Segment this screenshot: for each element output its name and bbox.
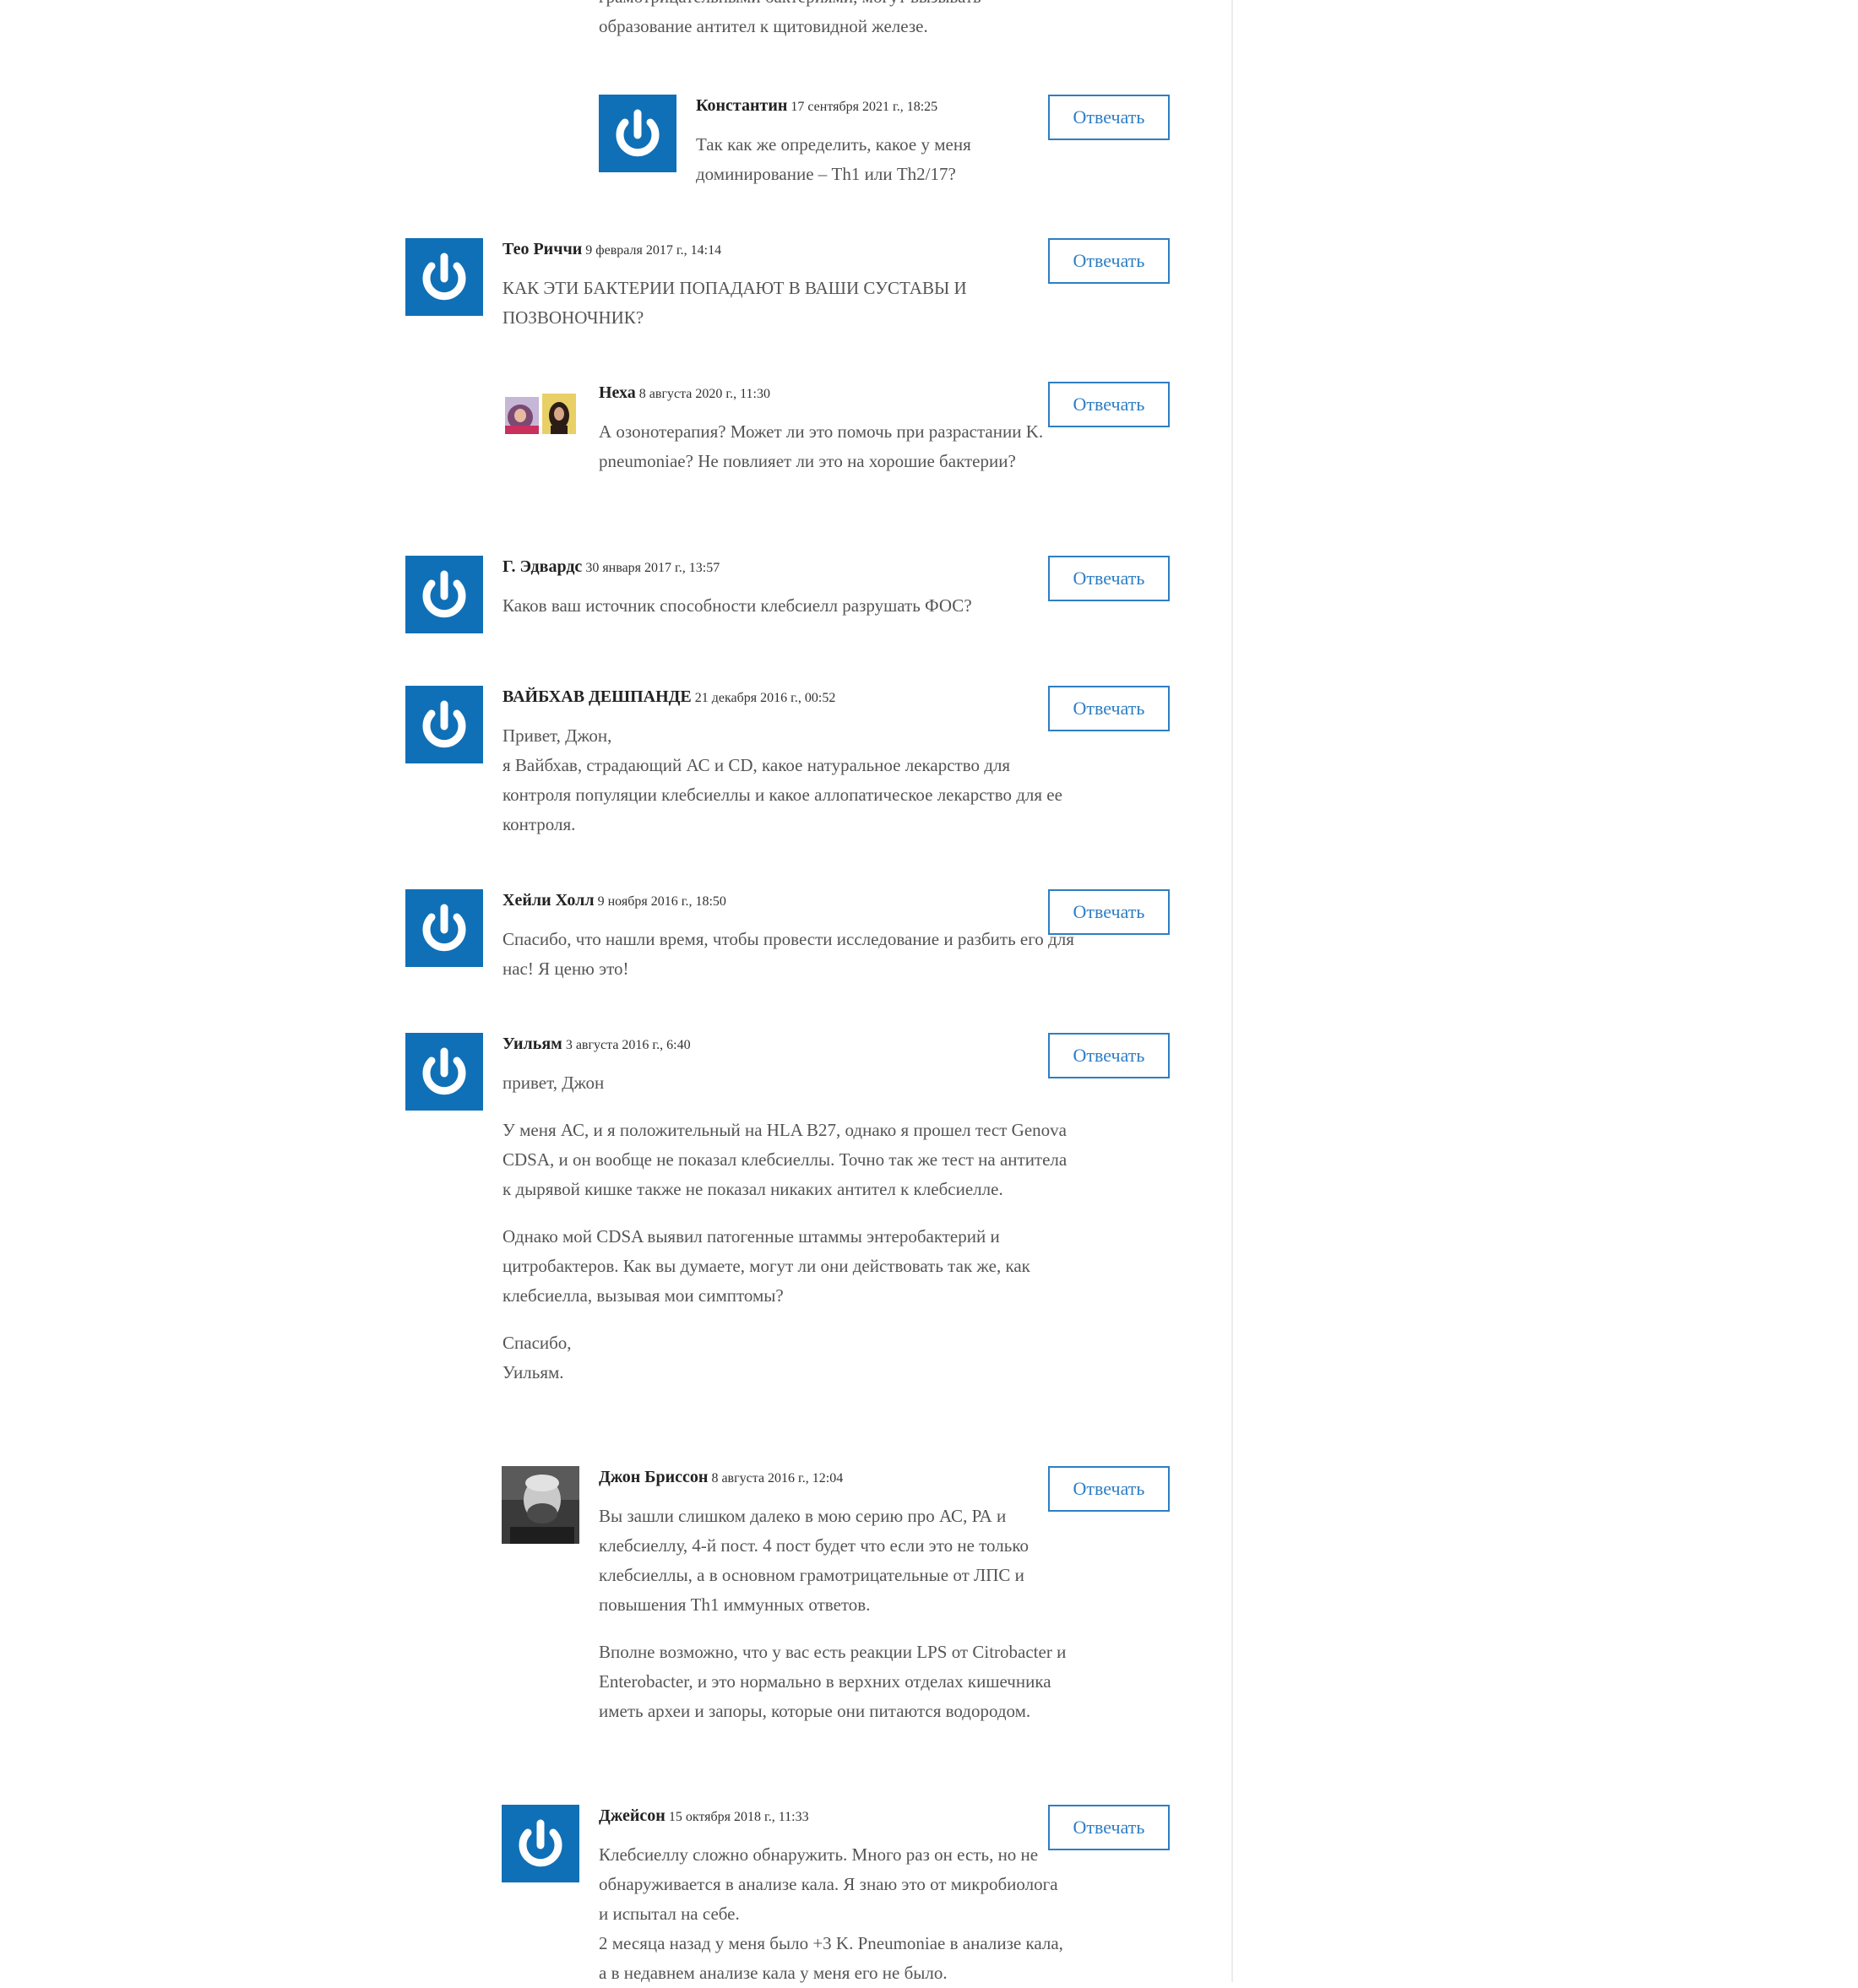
avatar-power-icon [502, 1805, 579, 1882]
comment-text: я Вайбхав, страдающий АС и CD, какое нат… [503, 755, 1062, 834]
reply-button[interactable]: Отвечать [1048, 238, 1170, 284]
comment-text: Привет, Джон, [503, 725, 612, 746]
reply-button[interactable]: Отвечать [1048, 95, 1170, 140]
comment-date[interactable]: 8 августа 2020 г., 11:30 [639, 387, 770, 401]
comment-author[interactable]: Джон Бриссон [599, 1468, 708, 1486]
comment-text: А озонотерапия? Может ли это помочь при … [599, 421, 1044, 471]
reply-button[interactable]: Отвечать [1048, 1466, 1170, 1512]
comment-date[interactable]: 21 декабря 2016 г., 00:52 [695, 691, 836, 705]
content-divider [1231, 0, 1233, 1982]
comment-text: Уильям. [503, 1362, 564, 1382]
comment-text: Однако мой CDSA выявил патогенные штаммы… [503, 1226, 1030, 1306]
comment-date[interactable]: 30 января 2017 г., 13:57 [585, 561, 720, 575]
comment-author[interactable]: Уильям [503, 1035, 562, 1053]
reply-button[interactable]: Отвечать [1048, 686, 1170, 731]
comment-date[interactable]: 15 октября 2018 г., 11:33 [669, 1810, 809, 1824]
partial-comment-text-line-1: грамотрицательными бактериями, могут выз… [599, 0, 981, 12]
comment-text: У меня АС, и я положительный на HLA B27,… [503, 1120, 1068, 1199]
comment-author[interactable]: Тео Риччи [503, 240, 582, 258]
avatar-power-icon [405, 686, 483, 763]
comment-text: Вы зашли слишком далеко в мою серию про … [599, 1506, 1029, 1615]
reply-button[interactable]: Отвечать [1048, 1033, 1170, 1078]
comment-date[interactable]: 17 сентября 2021 г., 18:25 [790, 100, 937, 114]
comment-date[interactable]: 8 августа 2016 г., 12:04 [711, 1471, 843, 1486]
reply-button[interactable]: Отвечать [1048, 556, 1170, 601]
comment-author[interactable]: ВАЙБХАВ ДЕШПАНДЕ [503, 687, 692, 706]
reply-button[interactable]: Отвечать [1048, 382, 1170, 427]
avatar-power-icon [405, 238, 483, 316]
comment-author[interactable]: Г. Эдвардс [503, 557, 582, 576]
avatar-photo-collage [502, 382, 579, 459]
avatar-power-icon [599, 95, 676, 172]
comment-author[interactable]: Хейли Холл [503, 891, 595, 910]
comment-author[interactable]: Неха [599, 383, 636, 402]
reply-button[interactable]: Отвечать [1048, 1805, 1170, 1850]
comment-text: КАК ЭТИ БАКТЕРИИ ПОПАДАЮТ В ВАШИ СУСТАВЫ… [503, 278, 967, 328]
comment-text: Спасибо, что нашли время, чтобы провести… [503, 929, 1074, 979]
comment-text: Спасибо, [503, 1333, 572, 1353]
avatar-power-icon [405, 889, 483, 967]
comment-text: Клебсиеллу сложно обнаружить. Много раз … [599, 1844, 1058, 1924]
comment-text: Так как же определить, какое у меня доми… [696, 134, 971, 184]
comment-author[interactable]: Константин [696, 96, 787, 115]
comment-text: Вполне возможно, что у вас есть реакции … [599, 1642, 1067, 1721]
partial-comment-text-line-2: образование антител к щитовидной железе. [599, 16, 928, 36]
comment-date[interactable]: 9 февраля 2017 г., 14:14 [585, 243, 721, 258]
comment-text: 2 месяца назад у меня было +3 K. Pneumon… [599, 1933, 1063, 1983]
comment-date[interactable]: 3 августа 2016 г., 6:40 [566, 1038, 691, 1052]
comment-text: привет, Джон [503, 1073, 605, 1093]
comment-text: Каков ваш источник способности клебсиелл… [503, 595, 972, 616]
avatar-power-icon [405, 556, 483, 633]
comment-author[interactable]: Джейсон [599, 1806, 666, 1825]
avatar-power-icon [405, 1033, 483, 1111]
reply-button[interactable]: Отвечать [1048, 889, 1170, 935]
comment-date[interactable]: 9 ноября 2016 г., 18:50 [598, 894, 726, 909]
avatar-photo-portrait [502, 1466, 579, 1544]
